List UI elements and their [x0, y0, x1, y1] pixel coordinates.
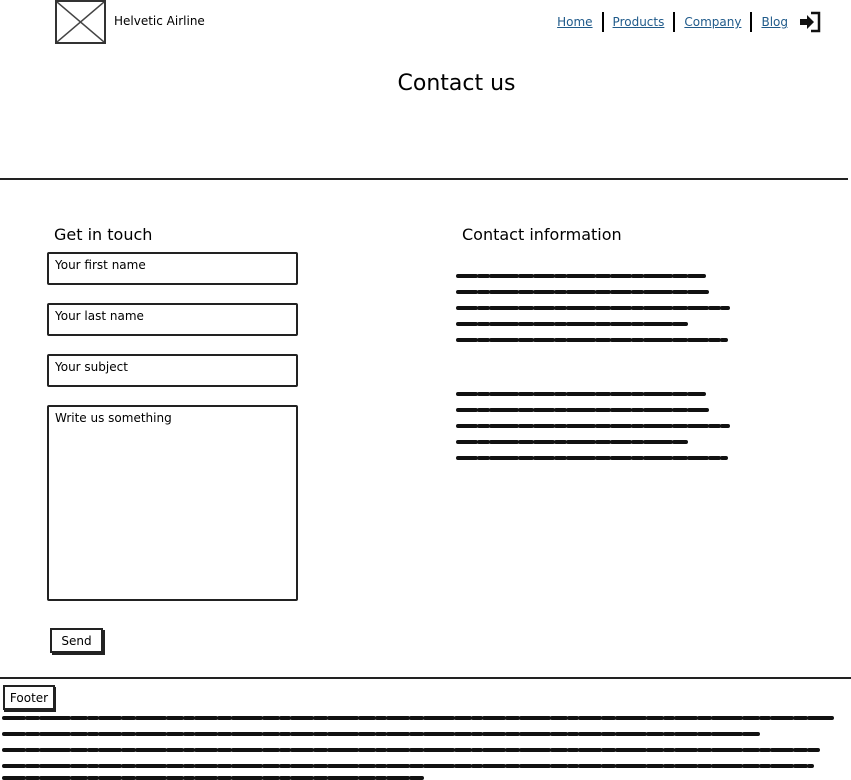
message-textarea[interactable]: Write us something [47, 405, 298, 601]
main-nav: Home Products Company Blog [548, 10, 821, 34]
footer-divider [0, 677, 851, 679]
header-divider [0, 178, 848, 180]
nav-products-link[interactable]: Products [604, 12, 674, 32]
footer-text-block [2, 716, 834, 780]
logo-image [55, 0, 106, 44]
contact-info-text-block [456, 392, 730, 460]
send-button[interactable]: Send [50, 628, 103, 653]
nav-blog-link[interactable]: Blog [752, 12, 797, 32]
get-in-touch-heading: Get in touch [54, 225, 153, 244]
contact-info-text-block [456, 274, 730, 342]
first-name-field[interactable]: Your first name [47, 252, 298, 285]
sign-in-icon[interactable] [799, 11, 821, 33]
nav-company-link[interactable]: Company [675, 12, 750, 32]
last-name-field[interactable]: Your last name [47, 303, 298, 336]
image-placeholder-icon [57, 2, 104, 42]
page-title: Contact us [397, 71, 516, 96]
contact-information-heading: Contact information [462, 225, 622, 244]
brand-name: Helvetic Airline [114, 14, 205, 28]
footer-label: Footer [3, 685, 55, 710]
subject-field[interactable]: Your subject [47, 354, 298, 387]
nav-home-link[interactable]: Home [548, 12, 601, 32]
